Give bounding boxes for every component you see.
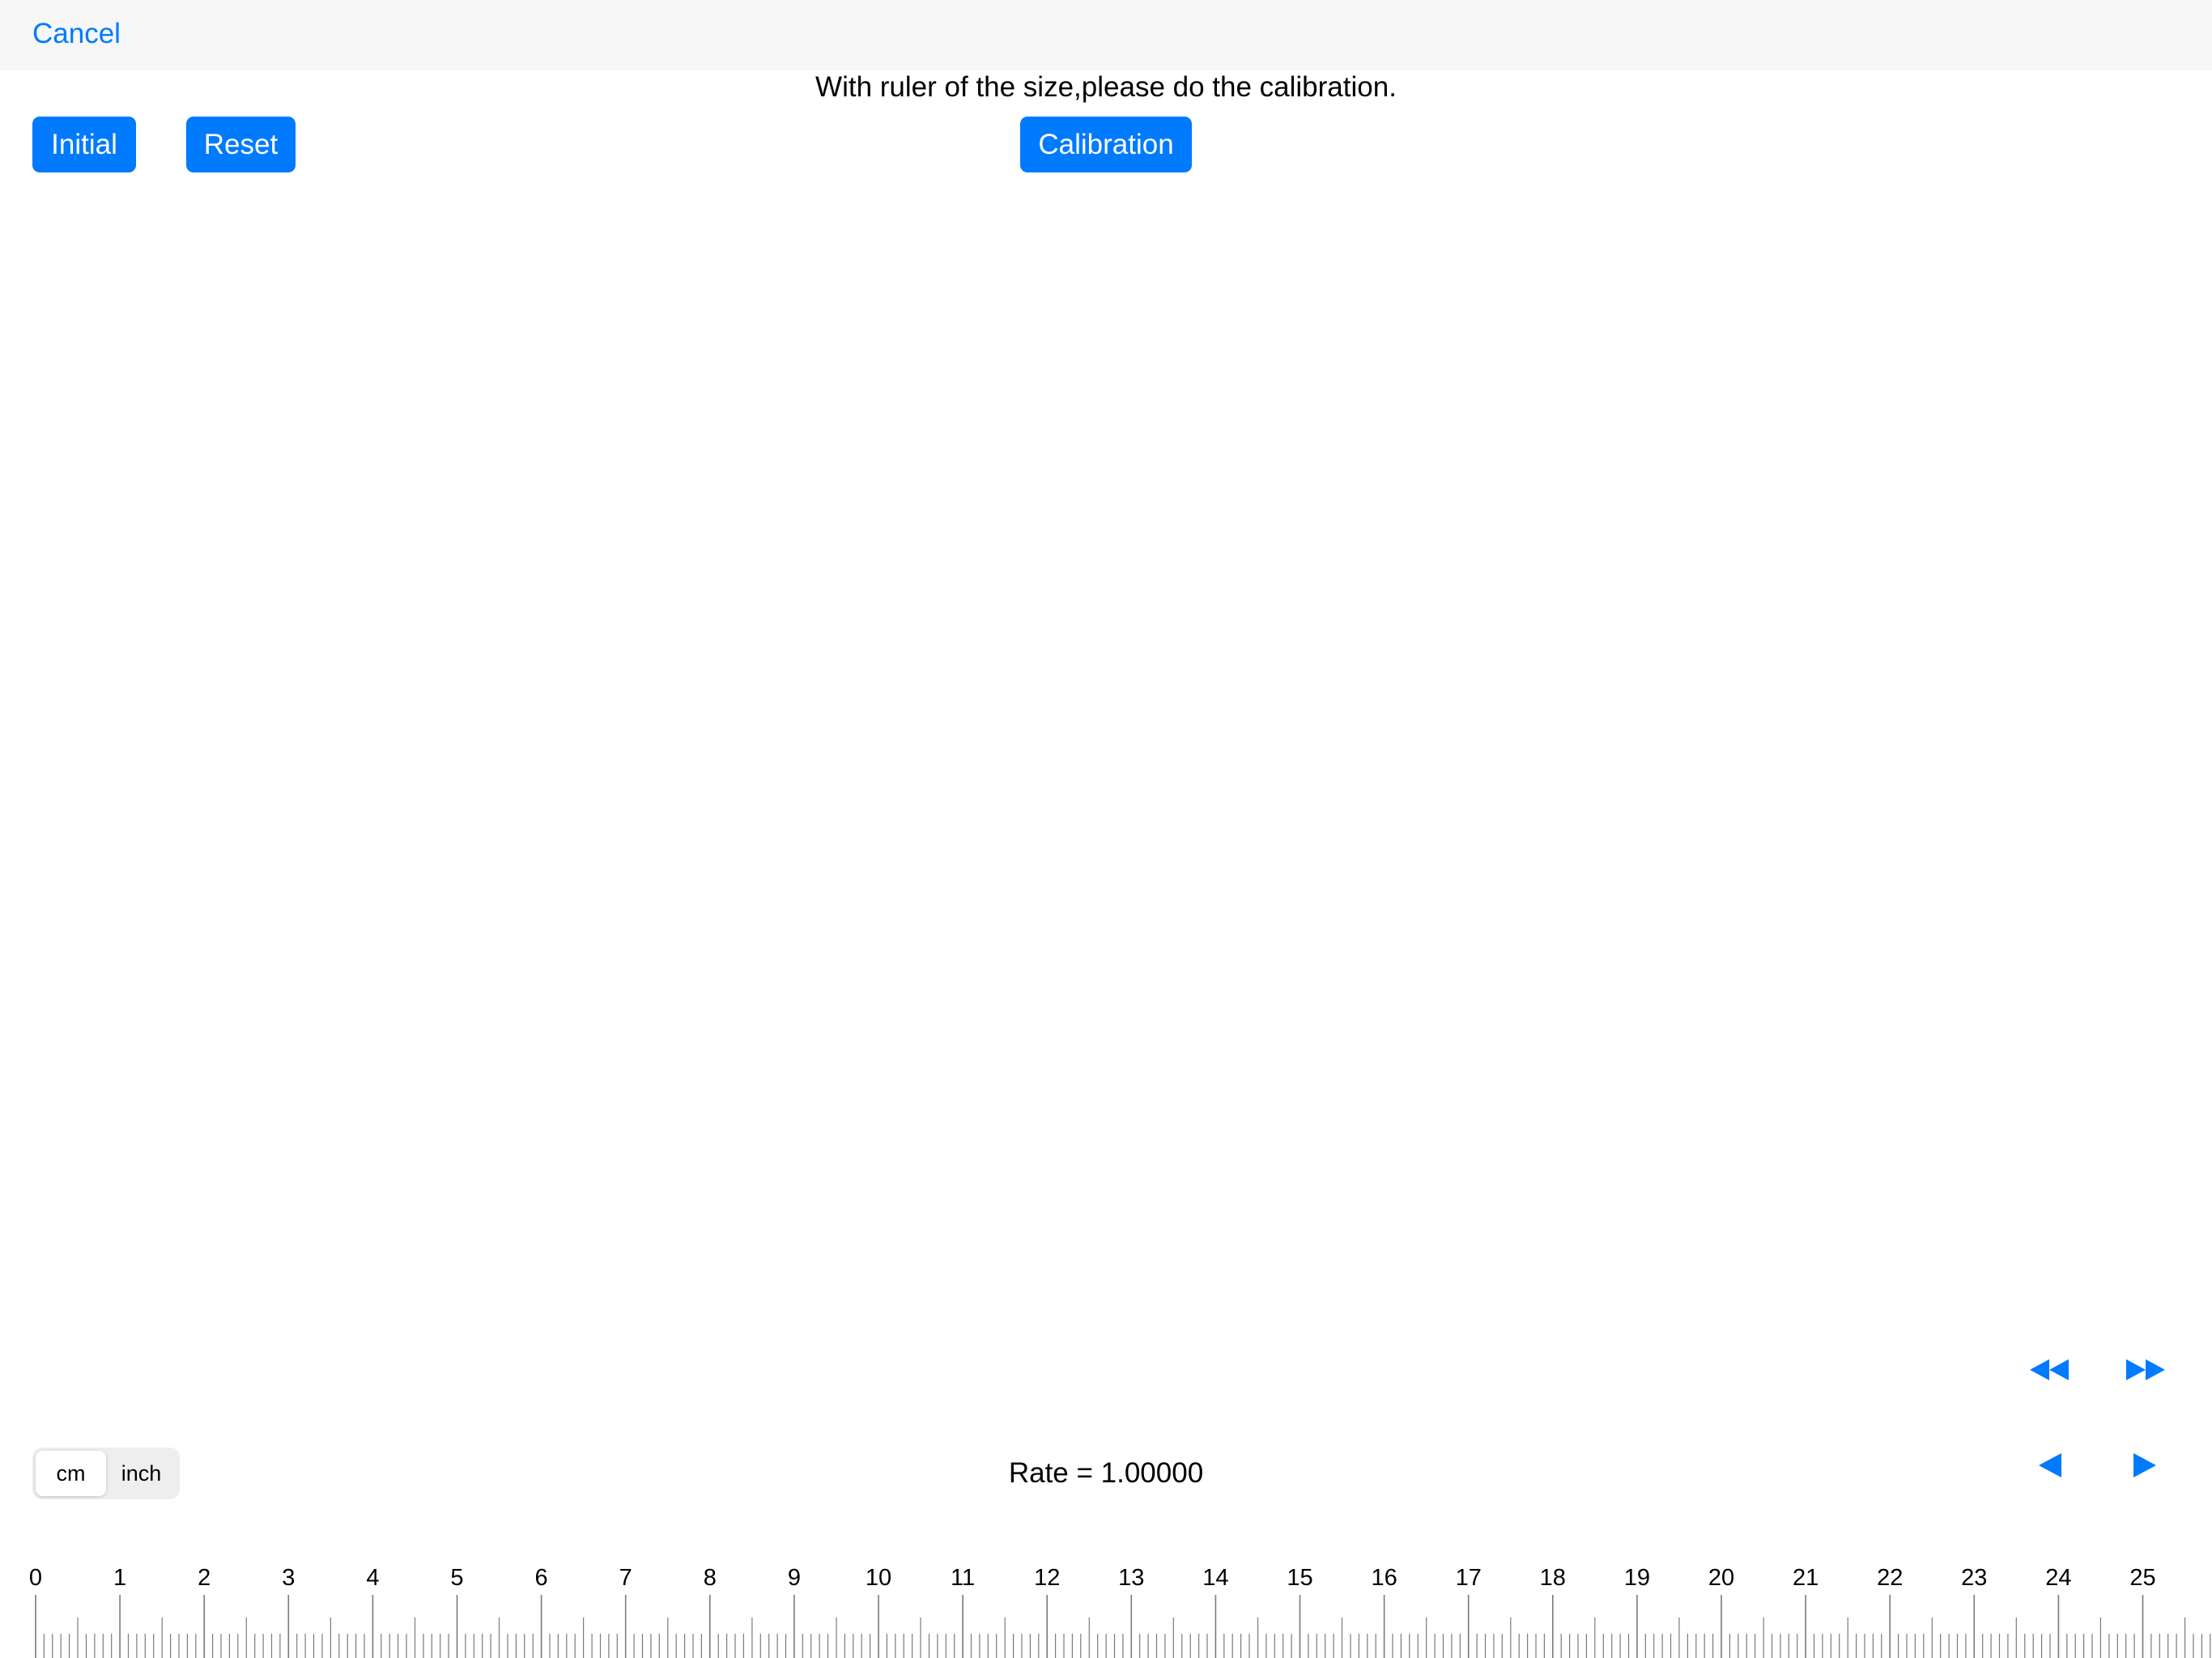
double-left-arrow-icon[interactable]: [2022, 1350, 2078, 1390]
ruler: 0 1 2 3 4 5 6 7 8 9 10 11 12 13 14 15 16 17 18 19 20 21 22 23 24…: [0, 1554, 2212, 1658]
ruler-label: 8: [704, 1565, 717, 1591]
calibration-button[interactable]: Calibration: [1020, 117, 1192, 172]
ruler-label: 24: [2045, 1565, 2071, 1591]
ruler-label: 21: [1793, 1565, 1819, 1591]
ruler-label: 25: [2129, 1565, 2155, 1591]
ruler-label: 0: [29, 1565, 42, 1591]
ruler-label: 23: [1961, 1565, 1987, 1591]
ruler-label: 18: [1540, 1565, 1566, 1591]
ruler-label: 11: [951, 1565, 975, 1591]
ruler-label: 20: [1708, 1565, 1734, 1591]
instruction-text: With ruler of the size,please do the cal…: [815, 71, 1397, 103]
ruler-label: 10: [866, 1565, 891, 1591]
ruler-label: 2: [198, 1565, 211, 1591]
ruler-label: 4: [366, 1565, 379, 1591]
ruler-label: 19: [1624, 1565, 1650, 1591]
top-bar: Cancel: [0, 0, 2212, 70]
ruler-label: 3: [282, 1565, 295, 1591]
ruler-label: 6: [535, 1565, 548, 1591]
initial-button[interactable]: Initial: [32, 117, 136, 172]
reset-button[interactable]: Reset: [186, 117, 296, 172]
ruler-label: 13: [1118, 1565, 1144, 1591]
cancel-button[interactable]: Cancel: [32, 18, 121, 50]
ruler-label: 7: [619, 1565, 632, 1591]
ruler-label: 15: [1287, 1565, 1312, 1591]
ruler-label: 5: [450, 1565, 463, 1591]
rate-readout: Rate = 1.00000: [1008, 1457, 1204, 1489]
ruler-label: 1: [113, 1565, 126, 1591]
ruler-label: 9: [788, 1565, 801, 1591]
ruler-label: 12: [1034, 1565, 1060, 1591]
ruler-label: 16: [1371, 1565, 1397, 1591]
double-right-arrow-icon[interactable]: [2116, 1350, 2173, 1390]
ruler-label: 17: [1456, 1565, 1482, 1591]
ruler-label: 22: [1877, 1565, 1903, 1591]
ruler-label: 14: [1202, 1565, 1228, 1591]
